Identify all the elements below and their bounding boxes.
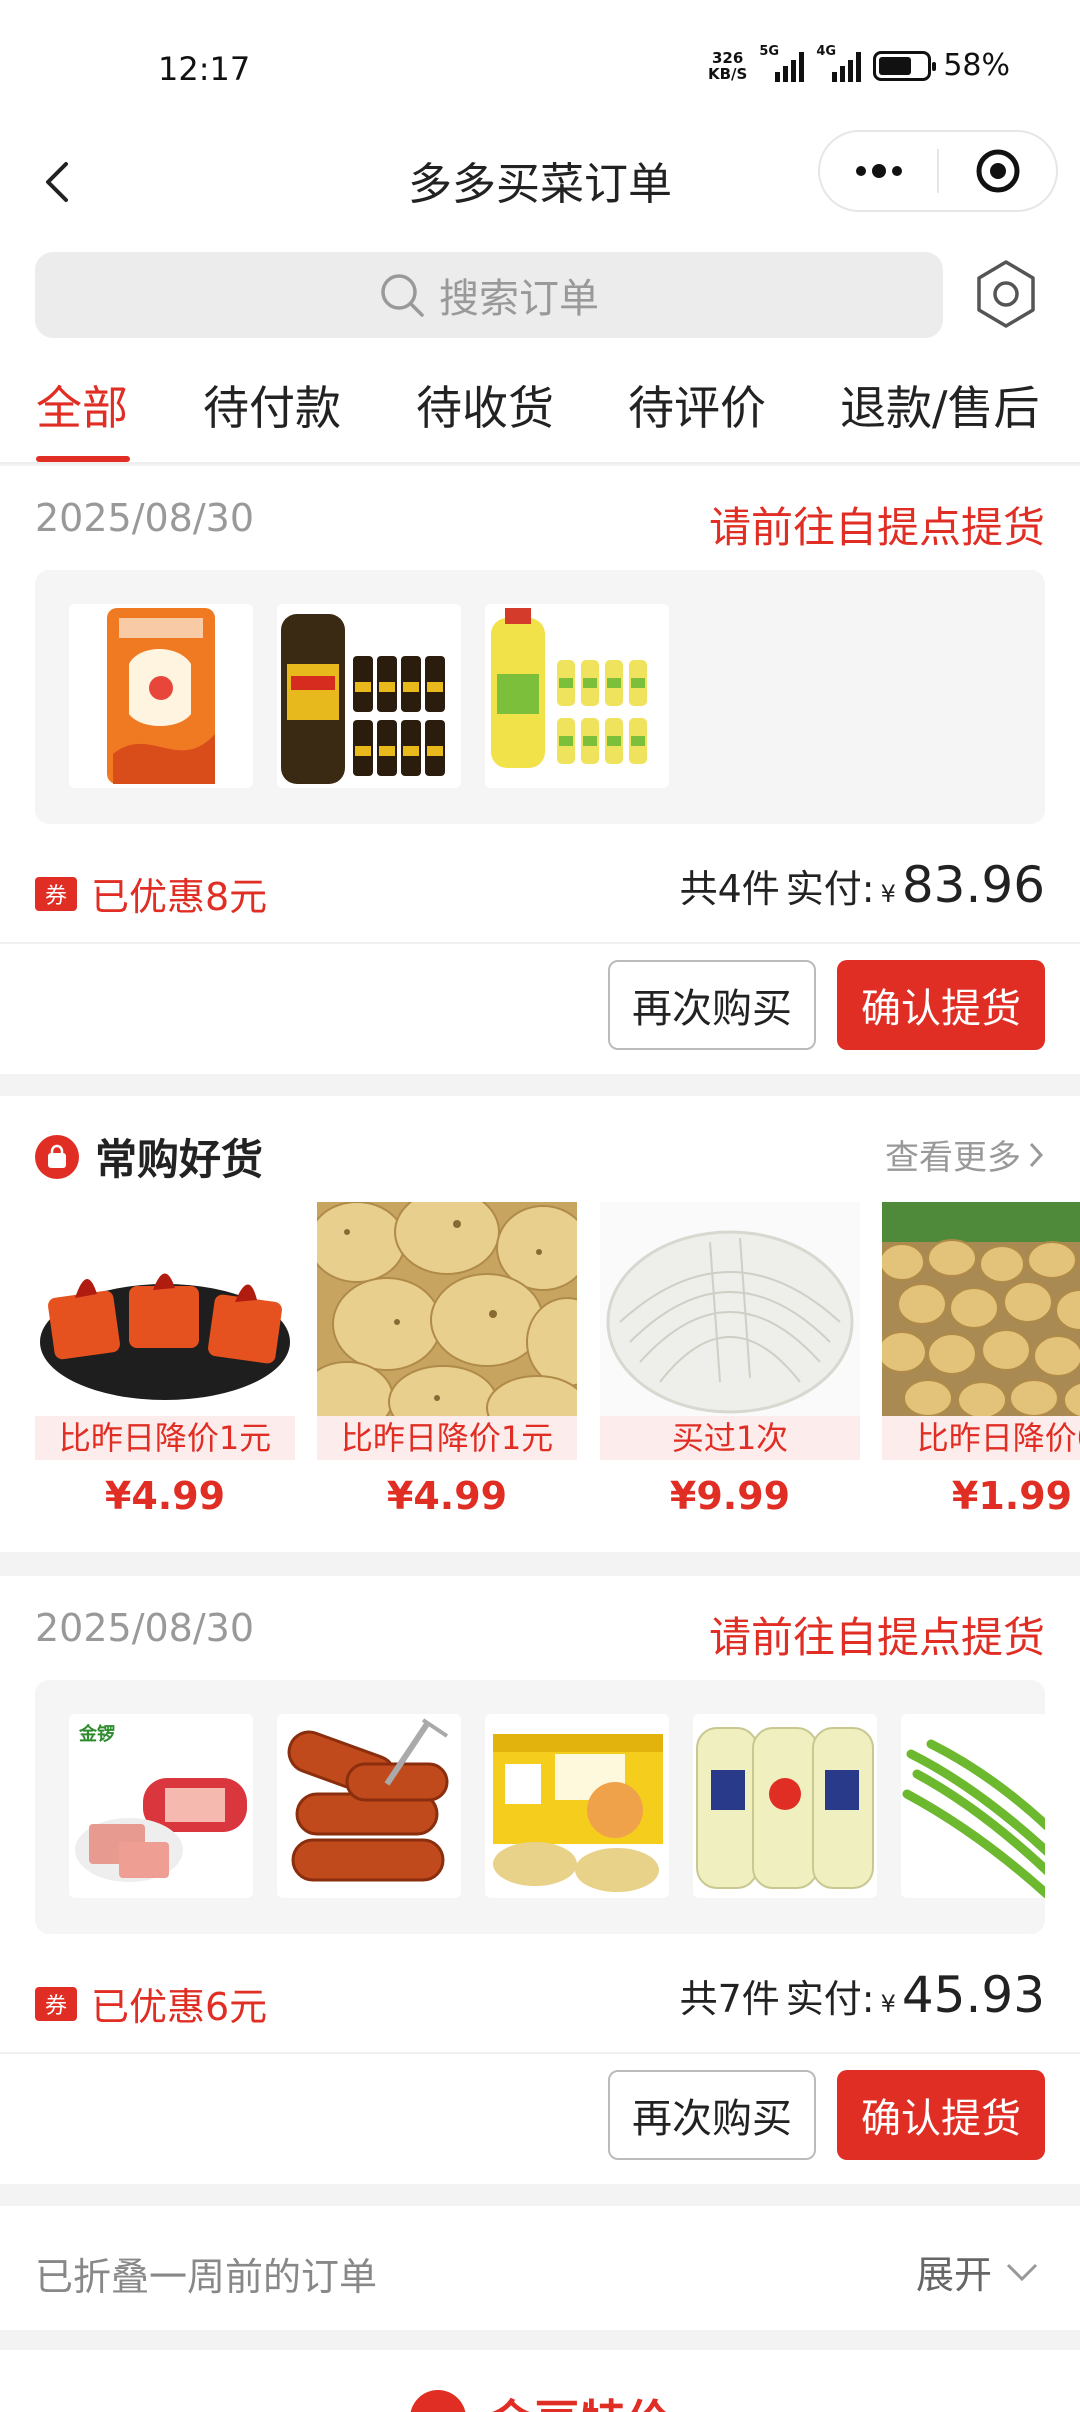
signal-4g-icon: 4G: [816, 44, 862, 82]
order-items[interactable]: [35, 570, 1045, 824]
product-image-potatoes: [317, 1202, 577, 1416]
paid-amount: 83.96: [901, 856, 1045, 914]
product-card[interactable]: 比昨日降价0. ¥1.99: [882, 1202, 1080, 1518]
order-total: 共7件 实付: ¥ 45.93: [680, 1966, 1045, 2024]
tab-pending-review[interactable]: 待评价: [628, 372, 766, 438]
close-miniapp-button[interactable]: [939, 132, 1056, 210]
order-tabs: 全部 待付款 待收货 待评价 退款/售后: [0, 350, 1080, 464]
product-thumb-noodles-box: [485, 1714, 669, 1898]
more-button[interactable]: [820, 132, 937, 210]
product-card[interactable]: 比昨日降价1元 ¥4.99: [35, 1202, 295, 1518]
next-section-peek: 金豆特价: [0, 2350, 1080, 2412]
order-status: 请前往自提点提货: [708, 503, 1045, 552]
section-title: 常购好货: [35, 1126, 263, 1187]
search-input[interactable]: 搜索订单: [35, 252, 943, 338]
buy-again-button[interactable]: 再次购买: [608, 960, 816, 1050]
currency-symbol: ¥: [880, 880, 896, 908]
tab-pending-receipt[interactable]: 待收货: [416, 372, 554, 438]
order-total: 共4件 实付: ¥ 83.96: [680, 856, 1045, 914]
confirm-pickup-button[interactable]: 确认提货: [837, 960, 1045, 1050]
battery-percent: 58%: [943, 48, 1010, 83]
product-price: ¥9.99: [669, 1474, 791, 1518]
order-items[interactable]: 金锣: [35, 1680, 1045, 1934]
product-card[interactable]: 买过1次 ¥9.99: [600, 1202, 860, 1518]
svg-text:金锣: 金锣: [78, 1723, 115, 1745]
battery-icon: [873, 50, 937, 81]
order-date: 2025/08/30: [35, 496, 255, 540]
expand-button[interactable]: 展开: [916, 2244, 1040, 2299]
active-tab-indicator: [36, 456, 130, 462]
item-count: 共4件: [679, 867, 780, 911]
divider: [0, 942, 1080, 944]
more-dots-icon: [855, 164, 902, 178]
nav-bar: 多多买菜订单: [0, 130, 1080, 240]
discount-info: 券 已优惠8元: [35, 866, 267, 921]
view-more-link[interactable]: 查看更多: [885, 1130, 1045, 1179]
product-price: ¥1.99: [951, 1474, 1073, 1518]
folded-orders-text: 已折叠一周前的订单: [35, 2255, 378, 2299]
shopping-bag-icon: [35, 1134, 79, 1179]
chevron-right-icon: [1029, 1142, 1044, 1167]
order-card[interactable]: 2025/08/30 请前往自提点提货 金锣 券 已优惠6元 共7件 实付: ¥…: [0, 1576, 1080, 2184]
gear-icon[interactable]: [968, 256, 1044, 332]
paid-label: 实付:: [785, 867, 875, 911]
order-date: 2025/08/30: [35, 1606, 255, 1650]
product-image-tofu: [35, 1202, 295, 1416]
price-drop-tag: 比昨日降价1元: [317, 1416, 577, 1460]
status-bar: 12:17 326 KB/S 5G 4G 58%: [0, 0, 1080, 130]
coupon-icon: 券: [35, 1986, 77, 2021]
product-image-small-potatoes: [882, 1202, 1080, 1416]
product-thumb-rice: [69, 604, 253, 788]
price-drop-tag: 比昨日降价1元: [35, 1416, 295, 1460]
product-card[interactable]: 比昨日降价1元 ¥4.99: [317, 1202, 577, 1518]
product-thumb-sausage: [277, 1714, 461, 1898]
product-thumb-lemon-tea: [485, 604, 669, 788]
discount-info: 券 已优惠6元: [35, 1976, 267, 2031]
price-drop-tag: 比昨日降价0.: [882, 1416, 1080, 1460]
product-price: ¥4.99: [386, 1474, 508, 1518]
item-count: 共7件: [679, 1977, 780, 2021]
search-placeholder: 搜索订单: [439, 276, 599, 322]
target-icon: [976, 149, 1019, 193]
confirm-pickup-button[interactable]: 确认提货: [837, 2070, 1045, 2160]
coupon-icon: 券: [35, 876, 77, 911]
status-time: 12:17: [158, 50, 251, 88]
search-row: 搜索订单: [0, 240, 1080, 350]
paid-label: 实付:: [785, 1977, 875, 2021]
chevron-down-icon: [1006, 2263, 1038, 2281]
mini-program-capsule: [818, 130, 1058, 212]
status-icons: 326 KB/S 5G 4G 58%: [707, 44, 1010, 84]
next-section-title: 金豆特价: [488, 2386, 672, 2412]
product-thumb-cabbage: [693, 1714, 877, 1898]
product-thumb-tea-drink: [277, 604, 461, 788]
buy-again-button[interactable]: 再次购买: [608, 2070, 816, 2160]
currency-symbol: ¥: [880, 1990, 896, 2018]
frequently-bought-section: 常购好货 查看更多 比昨日降价1元 ¥4.99 比昨日降价1元 ¥4.99 买过…: [0, 1096, 1080, 1552]
order-status: 请前往自提点提货: [708, 1613, 1045, 1662]
paid-amount: 45.93: [901, 1966, 1045, 2024]
net-speed: 326 KB/S: [707, 48, 748, 83]
order-card[interactable]: 2025/08/30 请前往自提点提货 券 已优惠8元 共4件 实付: ¥ 83…: [0, 466, 1080, 1074]
search-icon: [381, 274, 424, 317]
section-icon: [410, 2390, 466, 2412]
discount-text: 已优惠6元: [91, 1985, 268, 2029]
purchase-history-tag: 买过1次: [600, 1416, 860, 1460]
product-thumb-luncheon-meat: 金锣: [69, 1714, 253, 1898]
tab-pending-payment[interactable]: 待付款: [203, 372, 341, 438]
tab-all[interactable]: 全部: [36, 372, 128, 438]
folded-orders-row[interactable]: 已折叠一周前的订单 展开: [0, 2206, 1080, 2330]
product-image-noodles: [600, 1202, 860, 1416]
tab-refund[interactable]: 退款/售后: [840, 372, 1040, 438]
signal-5g-icon: 5G: [759, 44, 805, 82]
divider: [0, 2052, 1080, 2054]
product-thumb-long-beans: [901, 1714, 1045, 1898]
discount-text: 已优惠8元: [91, 875, 268, 919]
product-price: ¥4.99: [104, 1474, 226, 1518]
